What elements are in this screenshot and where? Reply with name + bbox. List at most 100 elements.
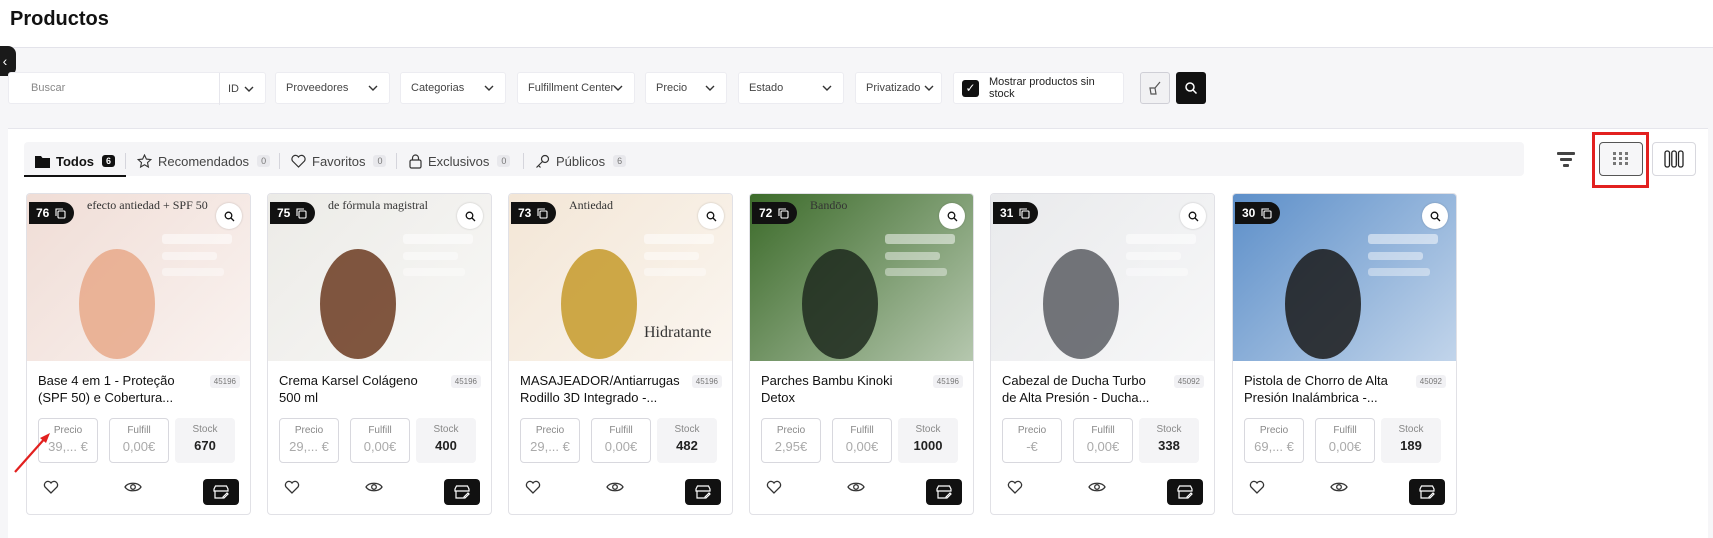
zoom-button[interactable]: [1180, 203, 1206, 229]
tab-label: Recomendados: [158, 153, 250, 169]
tab-label: Públicos: [556, 153, 606, 169]
price-value: 29,... €: [289, 439, 329, 454]
show-no-stock-toggle[interactable]: ✓ Mostrar productos sin stock: [953, 72, 1124, 104]
fulfill-box: Fulfill 0,00€: [1315, 418, 1375, 463]
checkbox-checked[interactable]: ✓: [962, 79, 979, 97]
product-number-badge[interactable]: 30: [1235, 202, 1281, 224]
zoom-button[interactable]: [1422, 203, 1448, 229]
search-button[interactable]: [1176, 72, 1206, 104]
tab-favoritos[interactable]: Favoritos 0: [291, 150, 387, 172]
fulfill-label: Fulfill: [850, 425, 874, 436]
id-selector[interactable]: ID: [219, 73, 255, 105]
product-number: 76: [36, 206, 50, 220]
sort-button[interactable]: [1544, 142, 1588, 176]
chevron-down-icon: [705, 85, 715, 91]
price-label: Precio: [294, 425, 324, 436]
precio-select[interactable]: Precio: [645, 72, 727, 104]
search-input[interactable]: Buscar ID: [8, 72, 266, 105]
proveedores-select[interactable]: Proveedores: [275, 72, 390, 104]
heart-icon[interactable]: [525, 479, 541, 495]
tab-exclusivos[interactable]: Exclusivos 0: [409, 150, 511, 172]
tab-todos[interactable]: Todos 6: [35, 150, 116, 172]
star-icon: [137, 153, 152, 168]
stock-value: 338: [1158, 438, 1180, 453]
categorias-label: Categorias: [411, 82, 465, 94]
stock-label: Stock: [1398, 424, 1424, 435]
stock-label: Stock: [674, 424, 700, 435]
product-name[interactable]: MASAJEADOR/Antiarrugas Rodillo 3D Integr…: [520, 372, 680, 406]
eye-icon[interactable]: [606, 479, 624, 495]
heart-icon[interactable]: [43, 479, 59, 495]
product-number-badge[interactable]: 73: [511, 202, 557, 224]
product-code: 45196: [691, 375, 722, 388]
stock-box: Stock 338: [1139, 418, 1199, 463]
stock-label: Stock: [192, 424, 218, 435]
fulfillment-select[interactable]: Fulfillment Center: [517, 72, 635, 104]
product-name[interactable]: Base 4 em 1 - Proteção (SPF 50) e Cobert…: [38, 372, 198, 406]
product-number-badge[interactable]: 72: [752, 202, 798, 224]
estado-label: Estado: [749, 82, 784, 94]
import-product-button[interactable]: [1409, 479, 1445, 505]
product-card[interactable]: Antiedad Hidratante 73 MASAJEADOR/Antiar…: [508, 193, 733, 515]
stock-box: Stock 400: [416, 418, 476, 463]
heart-icon[interactable]: [1007, 479, 1023, 495]
product-number-badge[interactable]: 75: [270, 202, 316, 224]
product-card[interactable]: 31 Cabezal de Ducha Turbo de Alta Presió…: [990, 193, 1215, 515]
tab-publicos[interactable]: Públicos 6: [535, 150, 627, 172]
eye-icon[interactable]: [124, 479, 142, 495]
product-code: 45092: [1173, 375, 1204, 388]
tab-label: Todos: [56, 153, 95, 169]
product-number-badge[interactable]: 76: [29, 202, 75, 224]
tab-count: 6: [613, 155, 627, 167]
import-product-button[interactable]: [685, 479, 721, 505]
search-placeholder: Buscar: [31, 82, 66, 94]
fulfill-value: 0,00€: [845, 439, 879, 454]
product-name[interactable]: Cabezal de Ducha Turbo de Alta Presión -…: [1002, 372, 1162, 406]
eye-icon[interactable]: [1330, 479, 1348, 495]
filter-layers-icon: [1557, 152, 1575, 167]
key-icon: [536, 154, 550, 168]
tab-recomendados[interactable]: Recomendados 0: [137, 150, 271, 172]
import-product-button[interactable]: [203, 479, 239, 505]
zoom-button[interactable]: [698, 203, 724, 229]
tab-count: 0: [497, 155, 511, 167]
chevron-down-icon: [244, 86, 254, 92]
product-name[interactable]: Parches Bambu Kinoki Detox: [761, 372, 921, 406]
eye-icon[interactable]: [365, 479, 383, 495]
product-card[interactable]: 30 Pistola de Chorro de Alta Presión Ina…: [1232, 193, 1457, 515]
product-name[interactable]: Pistola de Chorro de Alta Presión Inalám…: [1244, 372, 1404, 406]
privatizado-select[interactable]: Privatizado: [855, 72, 942, 104]
divider: [523, 153, 524, 169]
zoom-button[interactable]: [216, 203, 242, 229]
import-product-button[interactable]: [1167, 479, 1203, 505]
import-product-button[interactable]: [444, 479, 480, 505]
heart-icon[interactable]: [1249, 479, 1265, 495]
copy-icon: [537, 207, 548, 219]
eye-icon[interactable]: [847, 479, 865, 495]
tab-count: 0: [257, 155, 271, 167]
import-product-button[interactable]: [926, 479, 962, 505]
eye-icon[interactable]: [1088, 479, 1106, 495]
clear-filters-button[interactable]: [1140, 72, 1170, 104]
zoom-button[interactable]: [939, 203, 965, 229]
store-edit-icon: [695, 485, 711, 499]
product-card[interactable]: de fórmula magistral 75 Crema Karsel Col…: [267, 193, 492, 515]
columns-icon: [1664, 150, 1684, 168]
estado-select[interactable]: Estado: [738, 72, 844, 104]
product-code: 45092: [1415, 375, 1446, 388]
price-value: 69,... €: [1254, 439, 1294, 454]
fulfill-value: 0,00€: [604, 439, 638, 454]
stock-value: 400: [435, 438, 457, 453]
categorias-select[interactable]: Categorias: [400, 72, 506, 104]
heart-icon[interactable]: [766, 479, 782, 495]
product-card[interactable]: Bandōo 72 Parches Bambu Kinoki Detox 451…: [749, 193, 974, 515]
zoom-button[interactable]: [457, 203, 483, 229]
lock-icon: [409, 153, 422, 169]
image-caption: de fórmula magistral: [328, 198, 428, 212]
product-card[interactable]: efecto antiedad + SPF 50 76 Base 4 em 1 …: [26, 193, 251, 515]
product-name[interactable]: Crema Karsel Colágeno 500 ml: [279, 372, 439, 406]
heart-icon[interactable]: [284, 479, 300, 495]
column-view-button[interactable]: [1652, 142, 1696, 176]
product-number-badge[interactable]: 31: [993, 202, 1039, 224]
top-bar: [0, 0, 1713, 48]
